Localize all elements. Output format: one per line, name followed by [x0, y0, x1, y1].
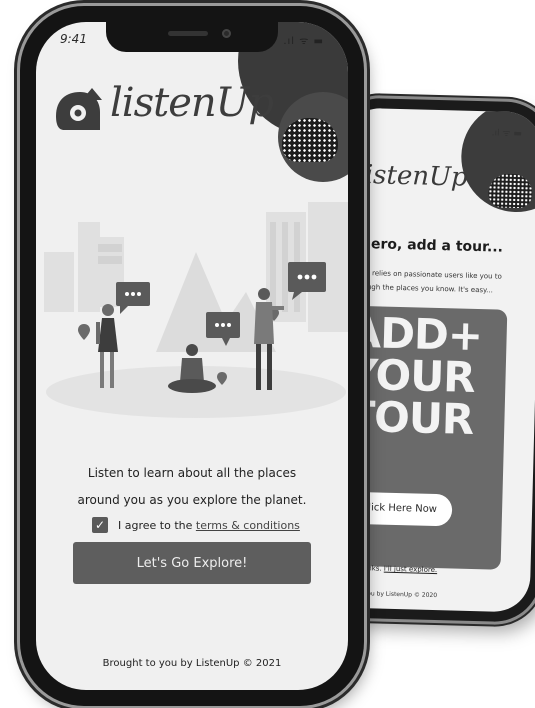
dotted-cloud-icon: [282, 118, 338, 162]
click-here-now-button[interactable]: Click Here Now: [350, 491, 453, 527]
explorers-illustration: [44, 202, 348, 418]
tagline-line: around you as you explore the planet.: [77, 493, 307, 507]
back-logo: istenUp: [364, 160, 468, 193]
terms-prefix: I agree to the: [118, 519, 196, 532]
dotted-cloud-icon: [488, 173, 533, 209]
back-headline: hero, add a tour...: [360, 235, 504, 256]
status-icons: .ıl ᯤ ▬: [491, 128, 523, 140]
card-line: TOUR: [350, 391, 474, 444]
tagline-line: Listen to learn about all the places: [87, 466, 297, 480]
tagline: Listen to learn about all the places aro…: [58, 460, 326, 514]
terms-link[interactable]: terms & conditions: [196, 519, 300, 532]
terms-agreement: ✓ I agree to the terms & conditions: [92, 515, 332, 537]
logo-text: listenUp: [110, 80, 274, 126]
terms-label: I agree to the terms & conditions: [118, 519, 300, 532]
footer: Brought to you by ListenUp © 2021: [102, 658, 282, 669]
notch: [106, 22, 278, 52]
logo-mark-icon: [56, 88, 102, 130]
status-icons: .ıl ᯤ ▬: [283, 36, 324, 47]
add-tour-title: ADD+ YOUR TOUR: [350, 308, 508, 444]
explore-button[interactable]: Let's Go Explore!: [73, 542, 311, 584]
add-tour-card[interactable]: ADD+ YOUR TOUR Click Here Now: [350, 305, 508, 570]
just-explore-link[interactable]: I'll just explore.: [384, 565, 438, 574]
front-phone: 9:41 .ıl ᯤ ▬ listenUp Listen to learn ab…: [20, 6, 364, 706]
speaker: [168, 31, 208, 36]
app-logo: listenUp: [56, 80, 274, 140]
status-time: 9:41: [60, 32, 87, 46]
front-screen: 9:41 .ıl ᯤ ▬ listenUp Listen to learn ab…: [36, 22, 348, 690]
camera: [222, 29, 231, 38]
terms-checkbox[interactable]: ✓: [92, 517, 108, 533]
back-body-text: rm relies on passionate users like you t…: [360, 266, 531, 298]
